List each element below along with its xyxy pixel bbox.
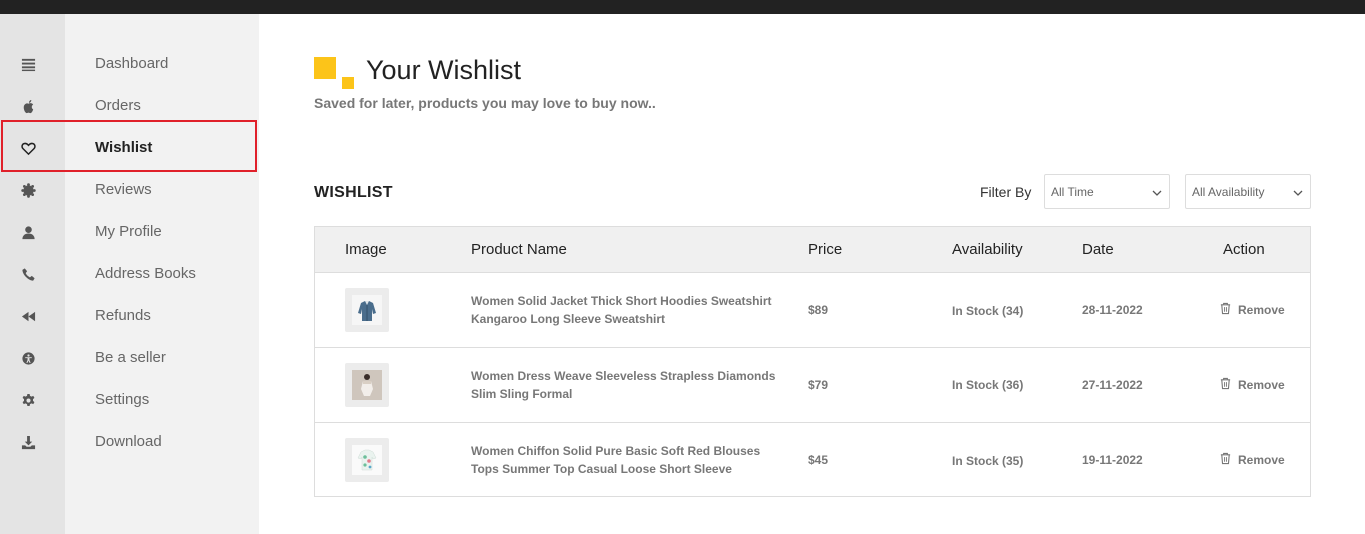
product-price: $89 bbox=[808, 303, 829, 317]
product-name[interactable]: Women Dress Weave Sleeveless Strapless D… bbox=[471, 367, 791, 403]
main-content: Your Wishlist Saved for later, products … bbox=[259, 14, 1365, 534]
sidebar-nav: Dashboard Orders Wishlist Reviews My Pro… bbox=[65, 14, 259, 534]
list-icon[interactable] bbox=[19, 55, 37, 73]
remove-button[interactable]: Remove bbox=[1219, 452, 1285, 468]
sidebar-item-my-profile[interactable]: My Profile bbox=[95, 223, 162, 241]
sidebar-item-be-a-seller[interactable]: Be a seller bbox=[95, 349, 166, 367]
table-header: Image Product Name Price Availability Da… bbox=[315, 227, 1310, 273]
download-icon[interactable] bbox=[19, 433, 37, 451]
column-header-price: Price bbox=[808, 241, 843, 258]
sidebar-item-settings[interactable]: Settings bbox=[95, 391, 149, 409]
column-header-image: Image bbox=[345, 241, 387, 258]
sidebar-item-reviews[interactable]: Reviews bbox=[95, 181, 152, 199]
product-availability: In Stock (34) bbox=[952, 304, 1024, 318]
remove-label: Remove bbox=[1238, 453, 1285, 467]
wishlist-table: Image Product Name Price Availability Da… bbox=[314, 226, 1311, 497]
product-availability: In Stock (36) bbox=[952, 378, 1024, 392]
trash-icon bbox=[1219, 452, 1232, 468]
remove-label: Remove bbox=[1238, 378, 1285, 392]
sidebar-item-address-books[interactable]: Address Books bbox=[95, 265, 196, 283]
trash-icon bbox=[1219, 302, 1232, 318]
chevron-down-icon bbox=[1152, 187, 1162, 197]
product-price: $45 bbox=[808, 453, 829, 467]
phone-icon[interactable] bbox=[19, 265, 37, 283]
user-icon[interactable] bbox=[19, 223, 37, 241]
remove-button[interactable]: Remove bbox=[1219, 377, 1285, 393]
product-name[interactable]: Women Chiffon Solid Pure Basic Soft Red … bbox=[471, 442, 791, 478]
column-header-action: Action bbox=[1223, 241, 1265, 258]
product-image[interactable] bbox=[345, 438, 389, 482]
product-availability: In Stock (35) bbox=[952, 454, 1024, 468]
column-header-date: Date bbox=[1082, 241, 1114, 258]
page-subtitle: Saved for later, products you may love t… bbox=[314, 95, 656, 111]
filter-label: Filter By bbox=[980, 184, 1032, 200]
rewind-icon[interactable] bbox=[19, 307, 37, 325]
active-item-highlight bbox=[1, 120, 257, 172]
availability-filter-select[interactable]: All Availability bbox=[1185, 174, 1311, 209]
sidebar-item-orders[interactable]: Orders bbox=[95, 97, 141, 115]
sidebar-item-download[interactable]: Download bbox=[95, 433, 162, 451]
product-price: $79 bbox=[808, 378, 829, 392]
table-row: Women Dress Weave Sleeveless Strapless D… bbox=[315, 348, 1310, 423]
gear-icon[interactable] bbox=[19, 391, 37, 409]
availability-filter-value: All Availability bbox=[1192, 185, 1265, 199]
title-mark-icon bbox=[314, 57, 354, 89]
page-title: Your Wishlist bbox=[366, 55, 522, 85]
icon-rail bbox=[0, 14, 65, 534]
time-filter-select[interactable]: All Time bbox=[1044, 174, 1170, 209]
product-date: 19-11-2022 bbox=[1082, 453, 1143, 467]
product-image[interactable] bbox=[345, 363, 389, 407]
remove-label: Remove bbox=[1238, 303, 1285, 317]
product-image[interactable] bbox=[345, 288, 389, 332]
sidebar-item-refunds[interactable]: Refunds bbox=[95, 307, 151, 325]
column-header-availability: Availability bbox=[952, 241, 1023, 258]
product-date: 27-11-2022 bbox=[1082, 378, 1143, 392]
table-row: Women Chiffon Solid Pure Basic Soft Red … bbox=[315, 423, 1310, 498]
product-name[interactable]: Women Solid Jacket Thick Short Hoodies S… bbox=[471, 292, 791, 328]
product-date: 28-11-2022 bbox=[1082, 303, 1143, 317]
badge-icon[interactable] bbox=[19, 181, 37, 199]
accessibility-icon[interactable] bbox=[19, 349, 37, 367]
sidebar-item-dashboard[interactable]: Dashboard bbox=[95, 55, 168, 73]
time-filter-value: All Time bbox=[1051, 185, 1094, 199]
remove-button[interactable]: Remove bbox=[1219, 302, 1285, 318]
section-title: WISHLIST bbox=[314, 184, 393, 201]
top-bar bbox=[0, 0, 1365, 14]
column-header-product-name: Product Name bbox=[471, 241, 567, 258]
table-row: Women Solid Jacket Thick Short Hoodies S… bbox=[315, 273, 1310, 348]
chevron-down-icon bbox=[1293, 187, 1303, 197]
trash-icon bbox=[1219, 377, 1232, 393]
apple-icon[interactable] bbox=[19, 97, 37, 115]
